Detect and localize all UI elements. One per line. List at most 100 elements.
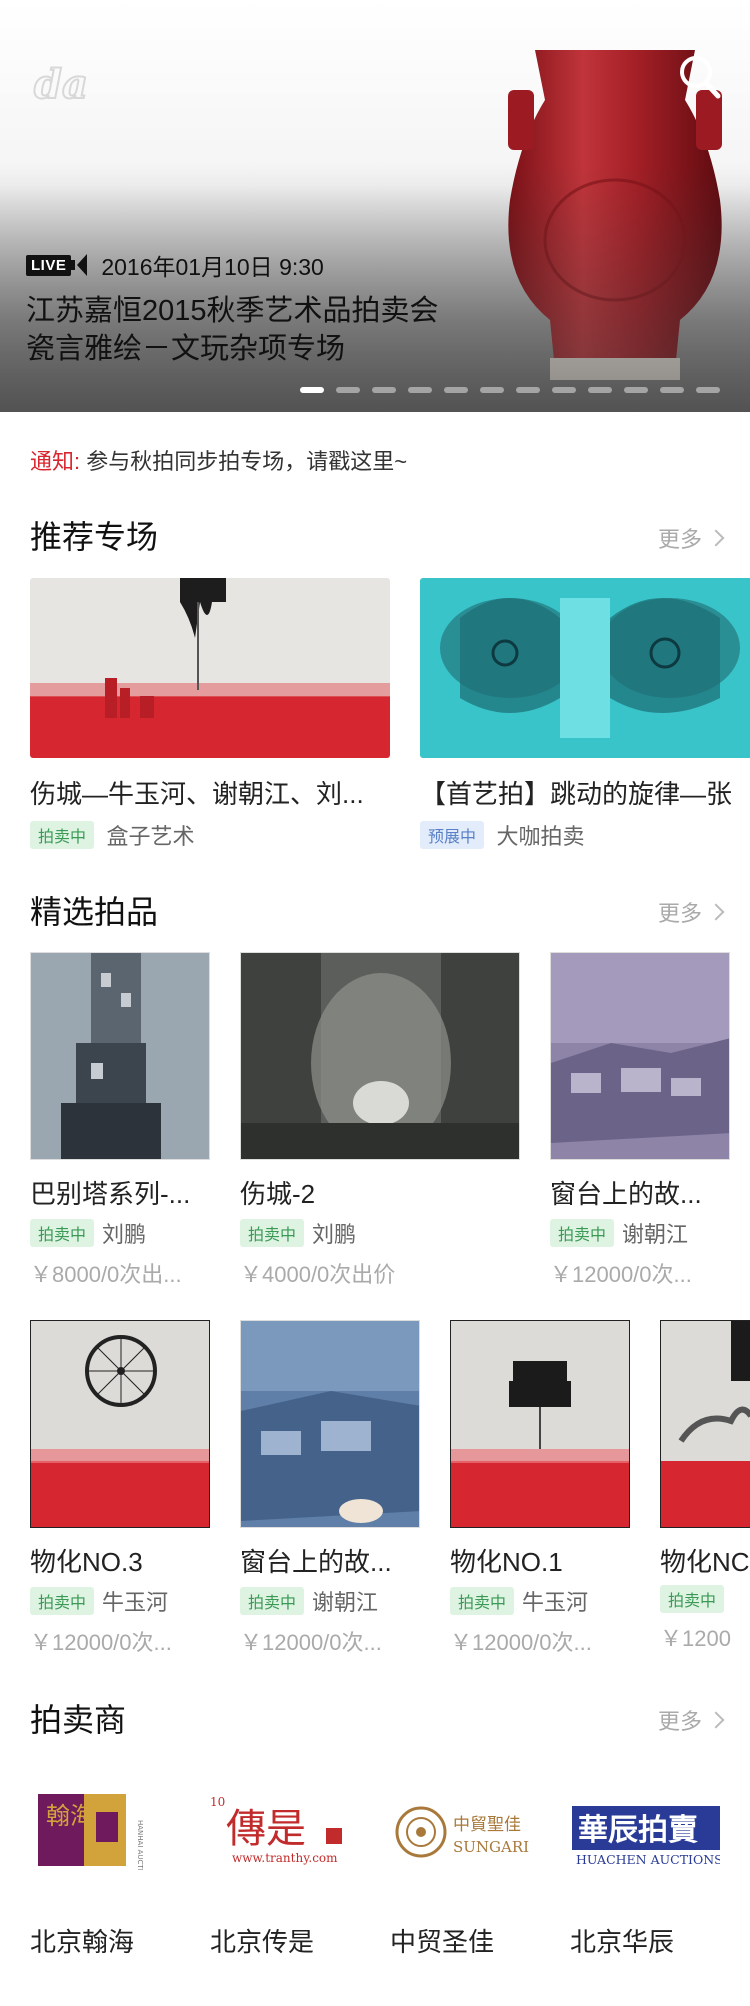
lot-title: 物化NC <box>660 1547 750 1577</box>
carousel-dot[interactable] <box>408 387 432 393</box>
live-row: LIVE 2016年01月10日 9:30 <box>26 248 324 282</box>
auctioneer-name[interactable]: 北京华辰 <box>570 1922 674 1959</box>
search-icon[interactable] <box>676 52 724 104</box>
carousel-dot[interactable] <box>516 387 540 393</box>
hero-title[interactable]: 江苏嘉恒2015秋季艺术品拍卖会 瓷言雅绘－文玩杂项专场 <box>26 292 526 368</box>
svg-text:www.tranthy.com: www.tranthy.com <box>232 1851 338 1865</box>
lot-artist: 刘鹏 <box>102 1222 147 1247</box>
svg-text:傳是: 傳是 <box>226 1806 306 1852</box>
auctioneer-sungari[interactable]: 中貿聖佳 SUNGARI <box>395 1800 565 1875</box>
chevron-right-icon <box>707 903 725 921</box>
lot-price: ￥8000/0次出... <box>30 1262 182 1287</box>
lot-card[interactable]: 伤城-2 拍卖中 刘鹏 ￥4000/0次出价 <box>240 952 520 1289</box>
lot-title: 物化NO.3 <box>30 1547 143 1577</box>
lot-title: 巴别塔系列-... <box>30 1179 191 1209</box>
lot-price: ￥12000/0次... <box>30 1630 172 1655</box>
notice-bar[interactable]: 通知: 参与秋拍同步拍专场，请戳这里~ <box>30 444 407 476</box>
recommended-card[interactable]: 伤城—牛玉河、谢朝江、刘... 拍卖中 盒子艺术 <box>30 578 390 851</box>
huachen-logo: 華辰拍賣 HUACHEN AUCTIONS <box>572 1806 723 1867</box>
status-badge: 拍卖中 <box>660 1585 725 1613</box>
lot-card[interactable]: 窗台上的故... 拍卖中 谢朝江 ￥12000/0次... <box>240 1320 420 1657</box>
hero-title-line1: 江苏嘉恒2015秋季艺术品拍卖会 <box>26 295 439 327</box>
more-label: 更多 <box>657 901 702 926</box>
more-label: 更多 <box>657 527 702 552</box>
carousel-dot[interactable] <box>480 387 504 393</box>
live-badge: LIVE <box>26 253 88 277</box>
carousel-dot[interactable] <box>300 387 324 393</box>
status-badge: 拍卖中 <box>450 1587 515 1615</box>
carousel-dot[interactable] <box>696 387 720 393</box>
auctioneer-huachen[interactable]: 華辰拍賣 HUACHEN AUCTIONS <box>572 1800 742 1875</box>
lot-title: 窗台上的故... <box>240 1547 392 1577</box>
app-logo: da <box>33 60 89 109</box>
hero-banner[interactable]: da LIVE 2016年01月10日 9:30 江苏嘉恒2015秋季艺术品拍卖… <box>0 0 750 412</box>
svg-text:HUACHEN AUCTIONS: HUACHEN AUCTIONS <box>576 1852 720 1867</box>
live-label: LIVE <box>26 254 72 276</box>
more-lots-button[interactable]: 更多 <box>657 896 725 928</box>
recommended-card-title: 【首艺拍】跳动的旋律—张 <box>420 779 733 809</box>
section-title-auctioneers: 拍卖商 <box>30 1702 127 1738</box>
carousel-dot[interactable] <box>372 387 396 393</box>
lot-card[interactable]: 窗台上的故... 拍卖中 谢朝江 ￥12000/0次... <box>550 952 730 1289</box>
carousel-dot[interactable] <box>624 387 648 393</box>
svg-text:華辰拍賣: 華辰拍賣 <box>578 1813 699 1848</box>
lot-artist: 刘鹏 <box>312 1222 357 1247</box>
lot-card[interactable]: 物化NO.1 拍卖中 牛玉河 ￥12000/0次... <box>450 1320 630 1657</box>
auction-org: 大咖拍卖 <box>496 824 585 849</box>
auctioneer-name[interactable]: 北京传是 <box>210 1922 314 1959</box>
lot-price: ￥12000/0次... <box>550 1262 692 1287</box>
status-badge: 拍卖中 <box>30 1219 95 1247</box>
status-badge: 拍卖中 <box>30 1587 95 1615</box>
lot-title: 伤城-2 <box>240 1179 316 1209</box>
svg-text:SUNGARI: SUNGARI <box>453 1838 529 1856</box>
lot-title: 窗台上的故... <box>550 1179 702 1209</box>
lot-artist: 谢朝江 <box>312 1590 379 1615</box>
svg-text:翰海: 翰海 <box>46 1802 94 1830</box>
recommended-card-image <box>30 578 390 758</box>
recommended-card-image <box>420 578 750 758</box>
lot-artist: 牛玉河 <box>522 1590 589 1615</box>
auctioneer-hanhai[interactable]: 翰海 HANHAI AUCTION <box>38 1790 208 1882</box>
lot-price: ￥1200 <box>660 1626 731 1651</box>
status-badge: 拍卖中 <box>240 1587 305 1615</box>
lot-card[interactable]: 巴别塔系列-... 拍卖中 刘鹏 ￥8000/0次出... <box>30 952 210 1289</box>
lot-image <box>30 952 210 1160</box>
status-badge: 拍卖中 <box>30 821 95 849</box>
svg-text:da: da <box>34 61 88 108</box>
lot-card[interactable]: 物化NO.3 拍卖中 牛玉河 ￥12000/0次... <box>30 1320 210 1657</box>
status-badge: 拍卖中 <box>550 1219 615 1247</box>
lot-image <box>450 1320 630 1528</box>
carousel-dot[interactable] <box>588 387 612 393</box>
lot-price: ￥12000/0次... <box>240 1630 382 1655</box>
recommended-card[interactable]: 【首艺拍】跳动的旋律—张 预展中 大咖拍卖 <box>420 578 750 851</box>
auctioneer-name[interactable]: 中贸圣佳 <box>390 1922 494 1959</box>
lot-title: 物化NO.1 <box>450 1547 563 1577</box>
recommended-card-title: 伤城—牛玉河、谢朝江、刘... <box>30 779 364 809</box>
carousel-dots <box>300 387 720 393</box>
svg-text:10: 10 <box>210 1795 225 1809</box>
auctioneer-chuanshi[interactable]: 10 傳是 www.tranthy.com <box>210 1790 380 1875</box>
notice-text: 参与秋拍同步拍专场，请戳这里~ <box>86 449 408 474</box>
section-title-lots: 精选拍品 <box>30 894 159 930</box>
carousel-dot[interactable] <box>660 387 684 393</box>
lot-image <box>240 1320 420 1528</box>
lot-price: ￥12000/0次... <box>450 1630 592 1655</box>
notice-label: 通知: <box>30 449 81 474</box>
carousel-dot[interactable] <box>552 387 576 393</box>
status-badge: 拍卖中 <box>240 1219 305 1247</box>
auctioneer-name[interactable]: 北京翰海 <box>30 1922 134 1959</box>
svg-text:中貿聖佳: 中貿聖佳 <box>453 1815 521 1835</box>
more-recommended-button[interactable]: 更多 <box>657 522 725 554</box>
carousel-dot[interactable] <box>444 387 468 393</box>
lot-price: ￥4000/0次出价 <box>240 1262 396 1287</box>
lot-image <box>30 1320 210 1528</box>
lot-image <box>240 952 520 1160</box>
hero-title-line2: 瓷言雅绘－文玩杂项专场 <box>26 333 346 365</box>
auction-org: 盒子艺术 <box>106 824 195 849</box>
more-auctioneers-button[interactable]: 更多 <box>658 1704 725 1736</box>
chevron-right-icon <box>707 529 725 547</box>
hanhai-logo: 翰海 HANHAI AUCTION <box>38 1794 144 1882</box>
carousel-dot[interactable] <box>336 387 360 393</box>
speaker-icon <box>70 260 76 270</box>
lot-card[interactable]: 物化NC 拍卖中 ￥1200 <box>660 1320 750 1653</box>
